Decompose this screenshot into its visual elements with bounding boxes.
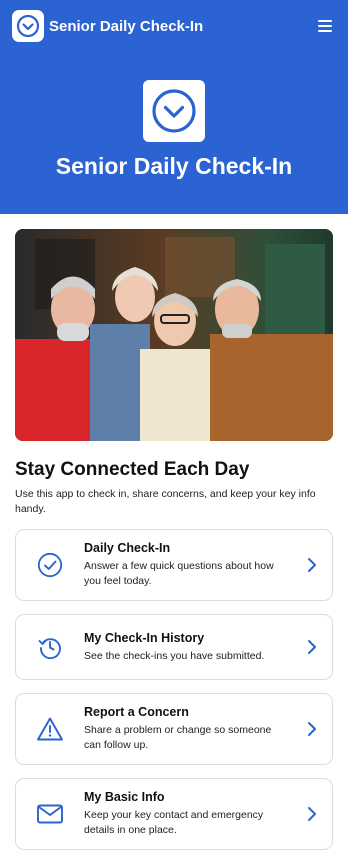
card-title: My Check-In History bbox=[84, 630, 205, 645]
check-circle-icon bbox=[152, 89, 196, 133]
app-logo[interactable] bbox=[12, 10, 44, 42]
hero-banner: Senior Daily Check-In Senior Daily Check… bbox=[0, 0, 348, 214]
history-icon bbox=[38, 638, 61, 660]
top-bar: Senior Daily Check-In bbox=[0, 0, 348, 52]
card-title: Daily Check-In bbox=[84, 541, 171, 555]
seniors-group-photo bbox=[15, 229, 333, 441]
photo-illustration bbox=[15, 229, 333, 441]
chevron-right-icon bbox=[308, 558, 316, 572]
card-description: Share a problem or change so someone can… bbox=[84, 724, 272, 751]
card-title: Report a Concern bbox=[84, 705, 189, 719]
warning-triangle-icon bbox=[37, 717, 63, 741]
card-title: My Basic Info bbox=[84, 790, 165, 804]
check-circle-icon bbox=[16, 14, 40, 38]
card-description: Keep your key contact and emergency deta… bbox=[84, 809, 264, 836]
card-basic-info[interactable]: My Basic Info Keep your key contact and … bbox=[15, 778, 333, 850]
hero-title: Senior Daily Check-In bbox=[55, 153, 293, 179]
intro-text: Use this app to check in, share concerns… bbox=[15, 488, 316, 515]
card-report-concern[interactable]: Report a Concern Share a problem or chan… bbox=[15, 693, 333, 765]
check-circle-icon bbox=[37, 552, 63, 578]
card-daily-check-in[interactable]: Daily Check-In Answer a few quick questi… bbox=[15, 529, 333, 601]
hamburger-menu-icon[interactable] bbox=[314, 15, 336, 37]
app-name[interactable]: Senior Daily Check-In bbox=[49, 18, 203, 35]
card-check-in-history[interactable]: My Check-In History See the check-ins yo… bbox=[15, 614, 333, 680]
envelope-icon bbox=[37, 804, 63, 824]
intro-title: Stay Connected Each Day bbox=[15, 459, 250, 480]
hero-logo bbox=[143, 80, 205, 142]
card-description: Answer a few quick questions about how y… bbox=[84, 560, 274, 587]
chevron-right-icon bbox=[308, 722, 316, 736]
chevron-right-icon bbox=[308, 640, 316, 654]
card-description: See the check-ins you have submitted. bbox=[84, 649, 265, 662]
chevron-right-icon bbox=[308, 807, 316, 821]
